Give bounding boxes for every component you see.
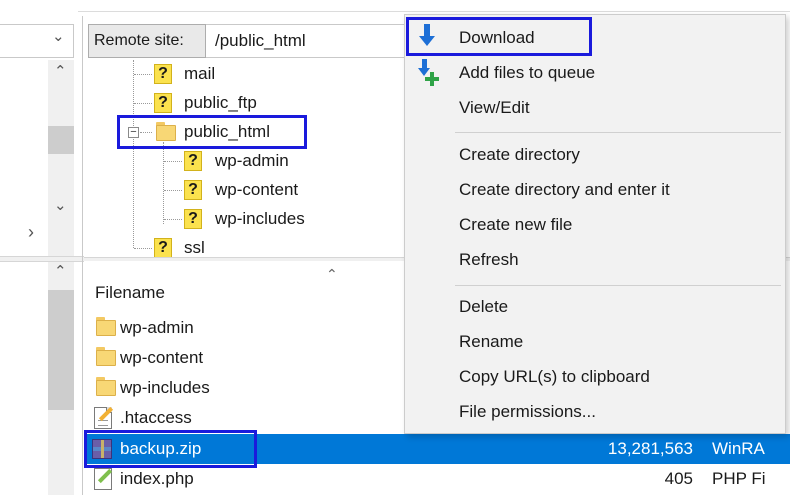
menu-item-refresh[interactable]: Refresh <box>405 245 785 275</box>
remote-site-label: Remote site: <box>88 24 206 58</box>
menu-item-create-directory[interactable]: Create directory <box>405 140 785 170</box>
file-size: 13,281,563 <box>607 439 693 458</box>
tree-item-public-html[interactable]: public_html <box>184 121 270 143</box>
scroll-up-icon[interactable]: ⌃ <box>54 62 67 80</box>
file-size: 405 <box>664 469 693 488</box>
tree-connector <box>164 161 182 162</box>
local-path-combobox[interactable]: ⌄ <box>0 24 74 58</box>
folder-icon <box>96 317 116 336</box>
folder-icon <box>96 347 116 366</box>
tree-item-mail[interactable]: mail <box>184 63 215 85</box>
zip-archive-icon <box>92 439 112 459</box>
sort-ascending-icon: ⌃ <box>326 266 338 282</box>
scroll-right-icon[interactable]: › <box>28 222 34 243</box>
menu-separator <box>455 285 781 286</box>
file-name: wp-admin <box>120 318 194 337</box>
question-folder-icon: ? <box>154 64 172 84</box>
tree-connector <box>134 103 152 104</box>
folder-icon <box>96 377 116 396</box>
menu-item-add-to-queue[interactable]: Add files to queue <box>405 58 785 88</box>
tree-connector <box>163 142 164 224</box>
tree-connector <box>133 60 134 248</box>
file-name: wp-includes <box>120 378 210 397</box>
question-folder-icon: ? <box>184 209 202 229</box>
file-name: .htaccess <box>120 408 192 427</box>
menu-item-download[interactable]: Download <box>405 23 785 53</box>
menu-item-view-edit[interactable]: View/Edit <box>405 93 785 123</box>
file-name: backup.zip <box>120 439 202 458</box>
folder-icon <box>156 122 176 141</box>
local-filelist-scroll-thumb[interactable] <box>48 290 74 410</box>
question-folder-icon: ? <box>154 238 172 258</box>
tree-connector <box>134 74 152 75</box>
tree-item-wp-content[interactable]: wp-content <box>215 179 298 201</box>
local-tree-scroll-thumb[interactable] <box>48 126 74 154</box>
menu-item-create-directory-enter[interactable]: Create directory and enter it <box>405 175 785 205</box>
window-top-edge <box>0 0 790 12</box>
text-file-icon <box>94 406 114 429</box>
tree-connector <box>164 219 182 220</box>
question-folder-icon: ? <box>154 93 172 113</box>
table-row-selected[interactable]: backup.zip 13,281,563 WinRA <box>86 434 790 464</box>
file-name: wp-content <box>120 348 204 367</box>
tree-item-public-ftp[interactable]: public_ftp <box>184 92 257 114</box>
remote-directory-tree: ? mail ? public_ftp − public_html ? wp-a… <box>86 60 406 259</box>
tree-connector <box>164 190 182 191</box>
menu-separator <box>455 132 781 133</box>
file-name: index.php <box>120 469 194 488</box>
file-type: PHP Fi <box>712 469 766 488</box>
context-menu: Download Add files to queue View/Edit Cr… <box>404 14 786 434</box>
menu-item-delete[interactable]: Delete <box>405 292 785 322</box>
table-row[interactable]: index.php 405 PHP Fi <box>86 464 790 494</box>
remote-path-input[interactable]: /public_html <box>206 24 406 58</box>
scroll-up-icon[interactable]: ⌃ <box>54 262 67 280</box>
chevron-down-icon[interactable]: ⌄ <box>52 27 65 45</box>
file-type: WinRA <box>712 439 765 458</box>
question-folder-icon: ? <box>184 180 202 200</box>
tree-item-wp-includes[interactable]: wp-includes <box>215 208 305 230</box>
menu-item-file-permissions[interactable]: File permissions... <box>405 397 785 427</box>
menu-item-rename[interactable]: Rename <box>405 327 785 357</box>
tree-connector <box>134 248 152 249</box>
php-file-icon <box>94 468 113 490</box>
column-header-filename[interactable]: Filename <box>95 282 165 304</box>
collapse-toggle[interactable]: − <box>128 127 139 138</box>
question-folder-icon: ? <box>184 151 202 171</box>
scroll-down-icon[interactable]: ⌄ <box>54 196 67 214</box>
menu-item-copy-url[interactable]: Copy URL(s) to clipboard <box>405 362 785 392</box>
menu-item-create-new-file[interactable]: Create new file <box>405 210 785 240</box>
tree-item-ssl[interactable]: ssl <box>184 237 205 259</box>
tree-connector <box>140 132 152 133</box>
tree-item-wp-admin[interactable]: wp-admin <box>215 150 289 172</box>
local-tree-scrollbar[interactable] <box>48 60 74 256</box>
